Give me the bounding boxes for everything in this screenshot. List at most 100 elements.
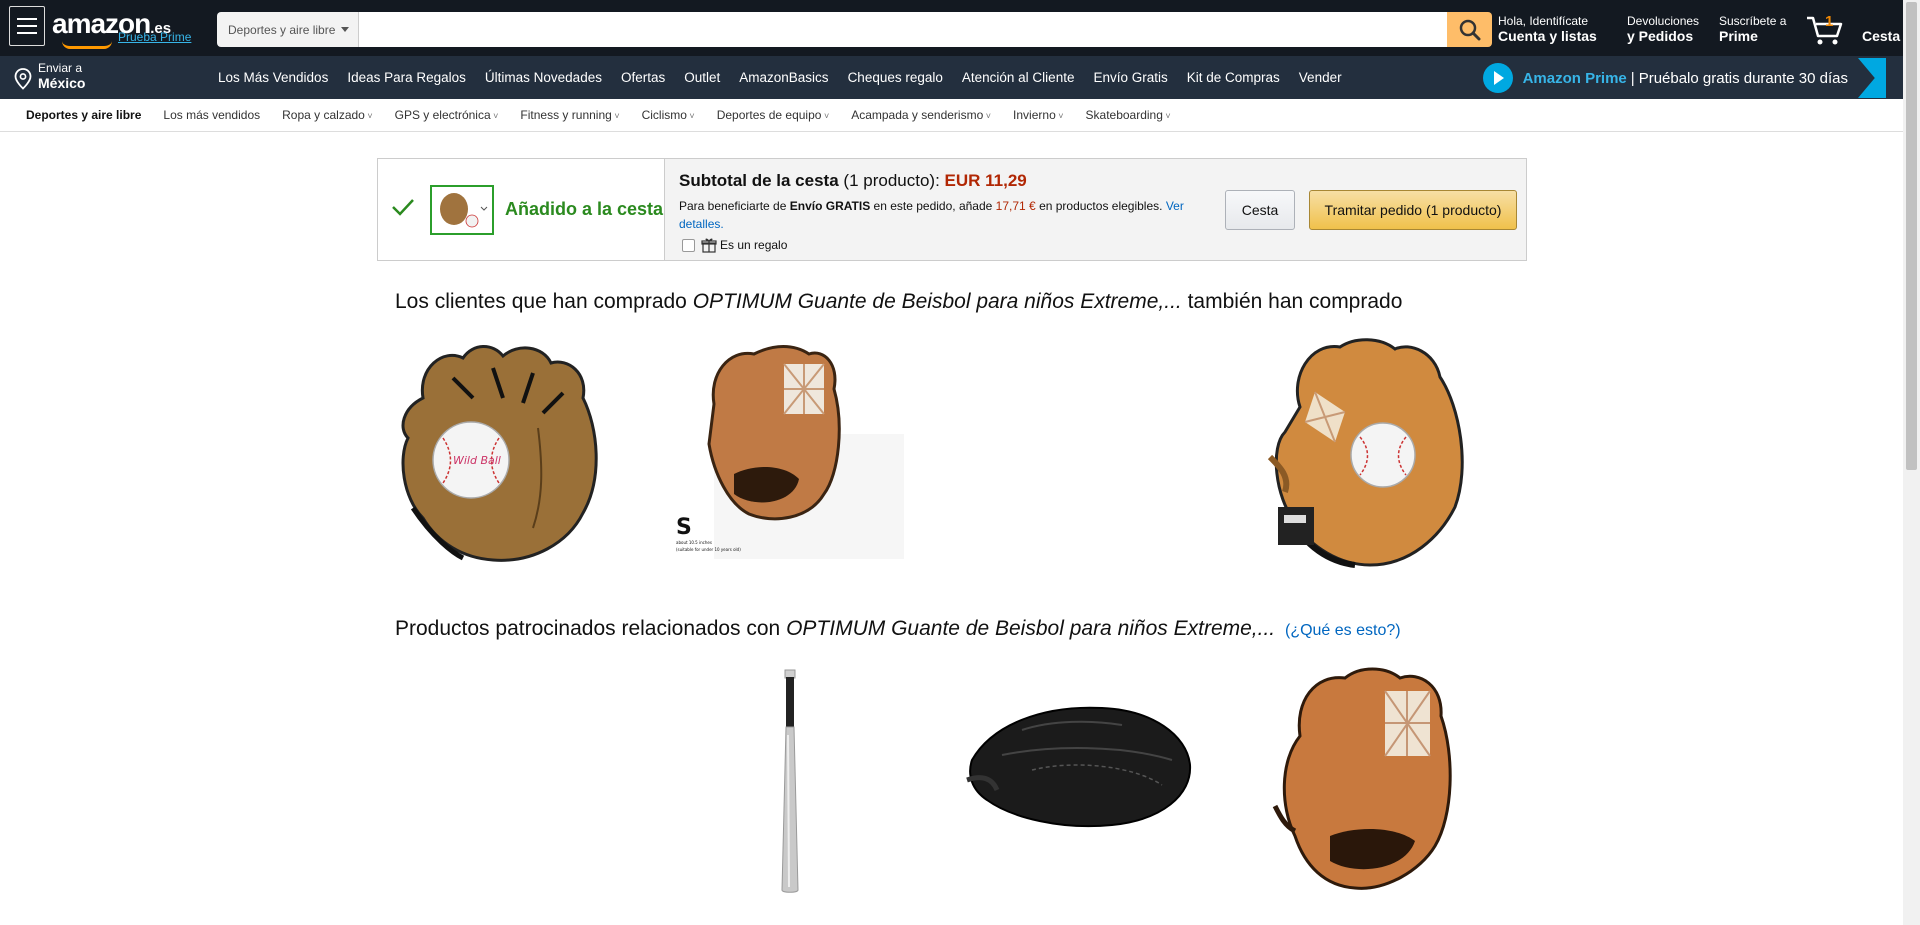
nav-links: Los Más Vendidos Ideas Para Regalos Últi… bbox=[218, 56, 1361, 99]
chevron-down-icon bbox=[341, 27, 350, 32]
returns-line1: Devoluciones bbox=[1627, 14, 1700, 28]
prime-trial-link[interactable]: Prueba Prime bbox=[118, 30, 191, 44]
account-greeting: Hola, Identifícate bbox=[1498, 14, 1589, 28]
subtotal-label: Subtotal de la cesta bbox=[679, 171, 839, 190]
subtotal-price: EUR 11,29 bbox=[944, 171, 1027, 190]
returns-orders-link[interactable]: Devoluciones y Pedidos bbox=[1627, 14, 1699, 44]
product-card[interactable] bbox=[1265, 666, 1461, 899]
gift-icon bbox=[701, 238, 717, 253]
checkmark-icon bbox=[392, 199, 414, 216]
cart-label: Cesta bbox=[1862, 28, 1901, 44]
search-icon bbox=[1459, 19, 1480, 40]
also-bought-title-product: OPTIMUM Guante de Beisbol para niños Ext… bbox=[692, 290, 1182, 313]
category-subnav: Deportes y aire libre Los más vendidos R… bbox=[0, 99, 1903, 132]
main-nav: Enviar a México Los Más Vendidos Ideas P… bbox=[0, 56, 1903, 99]
prime-banner-separator: | bbox=[1630, 69, 1635, 87]
search-category-label: Deportes y aire libre bbox=[228, 22, 336, 37]
image-size-letter: S bbox=[676, 515, 692, 540]
subnav-cycling[interactable]: Ciclismo bbox=[642, 108, 695, 122]
subnav-clothing-shoes[interactable]: Ropa y calzado bbox=[282, 108, 372, 122]
product-image-black-glove bbox=[966, 706, 1192, 828]
subnav-skateboarding[interactable]: Skateboarding bbox=[1086, 108, 1171, 122]
subnav-team-sports[interactable]: Deportes de equipo bbox=[717, 108, 830, 122]
cart-subtotal: Subtotal de la cesta (1 producto): EUR 1… bbox=[679, 171, 1027, 191]
ship-note-free: Envío GRATIS bbox=[789, 199, 871, 213]
page-scrollbar[interactable] bbox=[1903, 0, 1920, 925]
what-is-this-link[interactable]: (¿Qué es esto?) bbox=[1285, 622, 1401, 639]
product-card[interactable]: Wild Ball bbox=[393, 338, 611, 573]
ship-note-mid: en este pedido, añade bbox=[873, 199, 993, 213]
added-to-cart-panel: Añadido a la cesta Subtotal de la cesta … bbox=[377, 158, 1527, 261]
account-lists-link[interactable]: Hola, Identifícate Cuenta y listas bbox=[1498, 14, 1597, 44]
nav-best-sellers[interactable]: Los Más Vendidos bbox=[218, 70, 328, 85]
nav-outlet[interactable]: Outlet bbox=[684, 70, 720, 85]
search-bar: Deportes y aire libre bbox=[217, 12, 1492, 47]
subnav-gps-electronics[interactable]: GPS y electrónica bbox=[395, 108, 499, 122]
subnav-fitness-running[interactable]: Fitness y running bbox=[520, 108, 619, 122]
nav-free-shipping[interactable]: Envío Gratis bbox=[1093, 70, 1167, 85]
gift-option[interactable]: Es un regalo bbox=[682, 237, 787, 253]
search-input[interactable] bbox=[359, 12, 1447, 47]
nav-deals[interactable]: Ofertas bbox=[621, 70, 665, 85]
product-card[interactable]: S about 10.5 inches (suitable for under … bbox=[674, 344, 904, 564]
also-bought-title-pre: Los clientes que han comprado bbox=[395, 290, 687, 313]
product-card[interactable] bbox=[775, 665, 805, 900]
search-button[interactable] bbox=[1447, 12, 1492, 47]
nav-amazonbasics[interactable]: AmazonBasics bbox=[739, 70, 828, 85]
product-image-bat bbox=[781, 669, 799, 893]
prime-subscribe-link[interactable]: Suscríbete a Prime bbox=[1719, 14, 1786, 44]
ship-note-amount: 17,71 € bbox=[995, 199, 1036, 213]
cart-count-badge: 1 bbox=[1825, 13, 1834, 30]
logo-smile-icon bbox=[62, 41, 112, 49]
prime-banner-promo: Pruébalo gratis durante 30 días bbox=[1638, 69, 1848, 87]
prime-banner-flag bbox=[1858, 58, 1886, 98]
also-bought-title-post: también han comprado bbox=[1187, 290, 1403, 313]
subnav-best-sellers[interactable]: Los más vendidos bbox=[163, 108, 260, 122]
menu-icon[interactable] bbox=[9, 6, 45, 46]
sponsored-title-product: OPTIMUM Guante de Beisbol para niños Ext… bbox=[786, 617, 1276, 640]
prime-trial-banner[interactable]: Amazon Prime | Pruébalo gratis durante 3… bbox=[1482, 58, 1886, 98]
prime-line1: Suscríbete a bbox=[1719, 14, 1787, 28]
returns-line2: y Pedidos bbox=[1627, 28, 1694, 44]
added-product-thumbnail[interactable] bbox=[430, 185, 494, 235]
nav-sell[interactable]: Vender bbox=[1299, 70, 1342, 85]
ship-note-pre: Para beneficiarte de bbox=[679, 199, 787, 213]
product-image-glove-2: S about 10.5 inches (suitable for under … bbox=[674, 344, 904, 559]
product-image-orange-glove bbox=[1272, 667, 1452, 890]
glove-thumbnail-image bbox=[440, 193, 488, 228]
svg-text:Wild Ball: Wild Ball bbox=[453, 454, 501, 467]
nav-gift-ideas[interactable]: Ideas Para Regalos bbox=[347, 70, 466, 85]
also-bought-title: Los clientes que han comprado OPTIMUM Gu… bbox=[395, 290, 1402, 314]
sponsored-title: Productos patrocinados relacionados con … bbox=[395, 617, 1401, 641]
subnav-camping-hiking[interactable]: Acampada y senderismo bbox=[851, 108, 991, 122]
nav-new-releases[interactable]: Últimas Novedades bbox=[485, 70, 602, 85]
amazon-logo[interactable]: amazon.es Prueba Prime bbox=[52, 8, 191, 49]
added-confirmation: Añadido a la cesta bbox=[378, 159, 665, 260]
product-image-glove-1: Wild Ball bbox=[401, 345, 598, 562]
product-card[interactable] bbox=[962, 700, 1194, 835]
gift-checkbox[interactable] bbox=[682, 238, 695, 252]
view-cart-button[interactable]: Cesta bbox=[1225, 190, 1295, 230]
play-icon bbox=[1482, 63, 1513, 93]
nav-gift-cards[interactable]: Cheques regalo bbox=[848, 70, 943, 85]
deliver-to-link[interactable]: Enviar a México bbox=[14, 62, 85, 91]
prime-line2: Prime bbox=[1719, 28, 1758, 44]
ship-note-post: en productos elegibles. bbox=[1039, 199, 1163, 213]
search-category-select[interactable]: Deportes y aire libre bbox=[217, 12, 359, 47]
sponsored-title-pre: Productos patrocinados relacionados con bbox=[395, 617, 781, 640]
subnav-sports-outdoors[interactable]: Deportes y aire libre bbox=[26, 108, 141, 122]
free-shipping-note: Para beneficiarte de Envío GRATIS en est… bbox=[679, 197, 1209, 233]
account-label: Cuenta y listas bbox=[1498, 28, 1597, 44]
gift-label: Es un regalo bbox=[720, 238, 788, 252]
subtotal-count: (1 producto): bbox=[843, 171, 940, 190]
nav-customer-service[interactable]: Atención al Cliente bbox=[962, 70, 1075, 85]
added-to-cart-label: Añadido a la cesta bbox=[505, 199, 664, 219]
top-header: amazon.es Prueba Prime Deportes y aire l… bbox=[0, 0, 1903, 56]
product-image-glove-3 bbox=[1267, 338, 1464, 568]
subnav-winter[interactable]: Invierno bbox=[1013, 108, 1063, 122]
scrollbar-thumb[interactable] bbox=[1906, 2, 1917, 470]
nav-shopping-kit[interactable]: Kit de Compras bbox=[1187, 70, 1280, 85]
image-size-note1: about 10.5 inches bbox=[676, 540, 712, 545]
product-card[interactable] bbox=[1260, 337, 1470, 574]
checkout-button[interactable]: Tramitar pedido (1 producto) bbox=[1309, 190, 1517, 230]
